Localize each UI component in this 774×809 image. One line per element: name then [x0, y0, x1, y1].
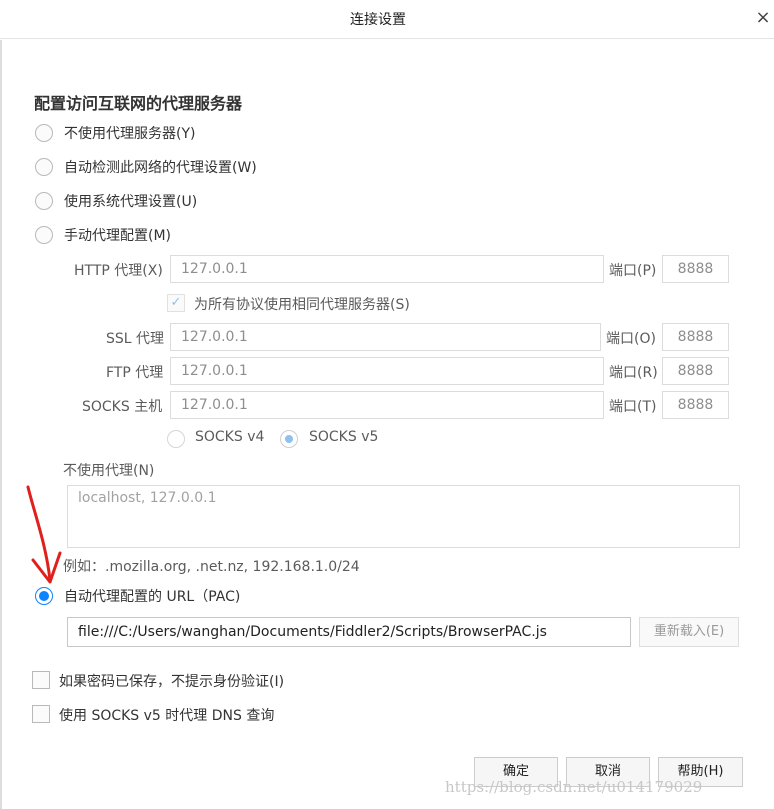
ftp-port-input[interactable]: 8888: [662, 357, 729, 385]
radio-auto-detect-label[interactable]: 自动检测此网络的代理设置(W): [64, 157, 257, 177]
no-proxy-example: 例如：.mozilla.org, .net.nz, 192.168.1.0/24: [63, 559, 360, 575]
close-icon[interactable]: ×: [754, 7, 772, 29]
window-left-border: [0, 40, 2, 809]
radio-no-proxy-label[interactable]: 不使用代理服务器(Y): [64, 123, 195, 143]
section-title: 配置访问互联网的代理服务器: [34, 94, 243, 113]
same-proxy-label[interactable]: 为所有协议使用相同代理服务器(S): [194, 294, 410, 314]
radio-manual-proxy-label[interactable]: 手动代理配置(M): [64, 225, 171, 245]
radio-socks-v4[interactable]: [167, 430, 185, 448]
socks-host-input[interactable]: 127.0.0.1: [170, 391, 604, 419]
socks-port-input[interactable]: 8888: [662, 391, 729, 419]
ftp-proxy-label: FTP 代理: [106, 365, 164, 381]
radio-socks-v5-label[interactable]: SOCKS v5: [309, 429, 378, 445]
socks-dns-checkbox[interactable]: [32, 705, 50, 723]
annotation-arrow-icon: [26, 485, 62, 584]
pac-url-input[interactable]: file:///C:/Users/wanghan/Documents/Fiddl…: [67, 617, 631, 647]
no-auth-prompt-label[interactable]: 如果密码已保存，不提示身份验证(I): [59, 671, 284, 691]
http-port-label: 端口(P): [609, 263, 657, 279]
watermark: https://blog.csdn.net/u014179029: [445, 778, 703, 796]
radio-no-proxy[interactable]: [35, 124, 53, 142]
http-proxy-label: HTTP 代理(X): [74, 263, 163, 279]
ssl-port-input[interactable]: 8888: [662, 323, 729, 351]
radio-manual-proxy[interactable]: [35, 226, 53, 244]
ftp-proxy-input[interactable]: 127.0.0.1: [170, 357, 604, 385]
radio-system-proxy[interactable]: [35, 192, 53, 210]
radio-socks-v4-label[interactable]: SOCKS v4: [195, 429, 264, 445]
radio-system-proxy-label[interactable]: 使用系统代理设置(U): [64, 191, 197, 211]
ftp-port-label: 端口(R): [609, 365, 658, 381]
socks-port-label: 端口(T): [609, 399, 657, 415]
ssl-proxy-label: SSL 代理: [106, 331, 165, 347]
reload-button[interactable]: 重新载入(E): [639, 617, 739, 647]
http-port-input[interactable]: 8888: [662, 255, 729, 283]
check-icon: ✓: [170, 295, 182, 310]
radio-pac-url-label[interactable]: 自动代理配置的 URL（PAC): [64, 586, 240, 606]
no-proxy-label: 不使用代理(N): [63, 463, 155, 479]
ssl-port-label: 端口(O): [606, 331, 656, 347]
same-proxy-checkbox[interactable]: ✓: [167, 294, 185, 312]
socks-host-label: SOCKS 主机: [82, 399, 163, 415]
socks-dns-label[interactable]: 使用 SOCKS v5 时代理 DNS 查询: [59, 705, 274, 725]
radio-socks-v5[interactable]: [280, 430, 298, 448]
no-proxy-textarea[interactable]: localhost, 127.0.0.1: [67, 485, 740, 548]
http-proxy-input[interactable]: 127.0.0.1: [170, 255, 604, 283]
ssl-proxy-input[interactable]: 127.0.0.1: [170, 323, 601, 351]
window-title: 连接设置: [350, 12, 406, 28]
radio-auto-detect[interactable]: [35, 158, 53, 176]
no-auth-prompt-checkbox[interactable]: [32, 671, 50, 689]
